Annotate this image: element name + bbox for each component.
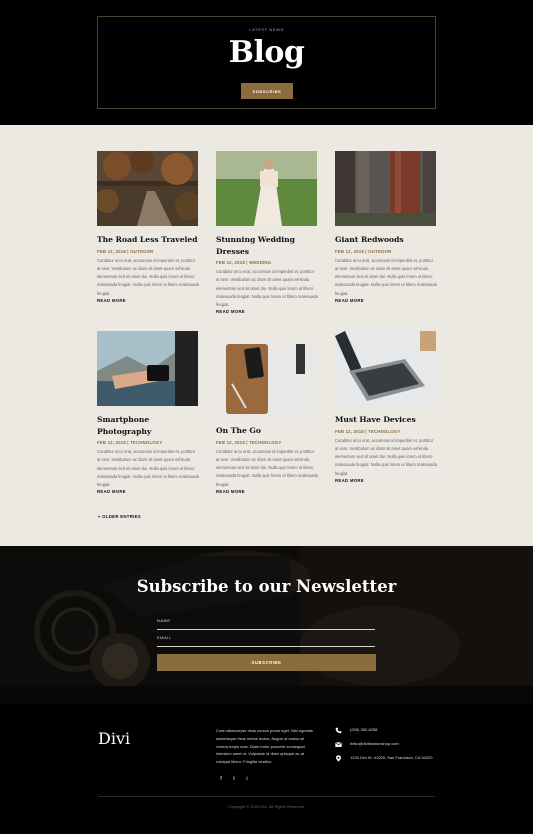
copyright: Copyright © 2020 Divi. All Rights Reserv… — [227, 804, 306, 809]
post-thumbnail-devices[interactable] — [335, 331, 436, 406]
mail-icon — [335, 742, 342, 747]
post-excerpt: Curabitur arcu erat, accumsan id imperdi… — [335, 257, 437, 296]
email-field[interactable]: EMAIL — [157, 633, 375, 647]
post-excerpt: Curabitur arcu erat, accumsan id imperdi… — [216, 269, 318, 308]
read-more-link[interactable]: READ MORE — [216, 489, 318, 494]
email-address[interactable]: hello@divifashionshop.com — [350, 741, 434, 747]
post-title[interactable]: Smartphone Photography — [97, 414, 199, 437]
social-links: f t i — [218, 776, 250, 782]
post-card: Must Have Devices FEB 12, 2018 | TECHNOL… — [335, 331, 437, 483]
hero-frame: LATEST NEWS Blog SUBSCRIBE — [97, 16, 436, 109]
read-more-link[interactable]: READ MORE — [216, 309, 318, 314]
post-meta: FEB 12, 2018 | TECHNOLOGY — [335, 428, 401, 434]
older-entries-link[interactable]: « OLDER ENTRIES — [98, 514, 141, 519]
post-title[interactable]: Stunning Wedding Dresses — [216, 234, 318, 257]
post-title[interactable]: Giant Redwoods — [335, 234, 437, 246]
phone-icon — [335, 727, 342, 734]
phone-number[interactable]: (255) 352-6258 — [350, 727, 434, 733]
read-more-link[interactable]: READ MORE — [97, 489, 199, 494]
post-thumbnail-road[interactable] — [97, 151, 198, 226]
post-meta: FEB 12, 2018 | TECHNOLOGY — [97, 440, 163, 445]
post-meta: FEB 12, 2018 | TECHNOLOGY — [216, 439, 282, 445]
location-pin-icon — [336, 755, 341, 762]
hero-section: LATEST NEWS Blog SUBSCRIBE — [0, 0, 533, 125]
instagram-icon[interactable]: i — [244, 776, 250, 782]
post-card: Giant Redwoods FEB 12, 2018 | OUTDOOR Cu… — [335, 151, 437, 303]
post-thumbnail-on-the-go[interactable] — [216, 342, 317, 417]
address: 1234 Divi St. #1000, San Francisco, CA 9… — [350, 755, 433, 760]
newsletter-title: Subscribe to our Newsletter — [136, 577, 397, 596]
post-meta: FEB 12, 2018 | WEDDING — [216, 260, 272, 265]
read-more-link[interactable]: READ MORE — [97, 298, 199, 303]
footer: Divi Cras ullamcorper risus cursus purus… — [0, 704, 533, 834]
post-card: The Road Less Traveled FEB 12, 2018 | OU… — [97, 151, 199, 303]
footer-logo[interactable]: Divi — [98, 729, 130, 748]
name-field[interactable]: NAME — [157, 616, 375, 630]
footer-description: Cras ullamcorper risus cursus purus eget… — [216, 728, 313, 765]
post-meta: FEB 12, 2018 | OUTDOOR — [335, 248, 392, 254]
post-excerpt: Curabitur arcu erat, accumsan id imperdi… — [97, 449, 199, 488]
post-excerpt: Curabitur arcu erat, accumsan id imperdi… — [97, 257, 199, 296]
post-excerpt: Curabitur arcu erat, accumsan id imperdi… — [216, 448, 318, 487]
read-more-link[interactable]: READ MORE — [335, 298, 437, 303]
newsletter-section: Subscribe to our Newsletter NAME EMAIL S… — [0, 546, 533, 704]
post-title[interactable]: The Road Less Traveled — [97, 234, 199, 246]
facebook-icon[interactable]: f — [218, 776, 224, 782]
post-title[interactable]: Must Have Devices — [335, 414, 437, 426]
hero-subscribe-button[interactable]: SUBSCRIBE — [241, 83, 293, 99]
post-thumbnail-wedding[interactable] — [216, 151, 317, 226]
name-placeholder: NAME — [157, 618, 171, 623]
post-thumbnail-redwoods[interactable] — [335, 151, 436, 226]
post-card: Stunning Wedding Dresses FEB 12, 2018 | … — [216, 151, 318, 314]
hero-kicker: LATEST NEWS — [249, 27, 284, 32]
read-more-link[interactable]: READ MORE — [335, 478, 437, 483]
post-card: On The Go FEB 12, 2018 | TECHNOLOGY Cura… — [216, 342, 318, 494]
blog-posts-section: The Road Less Traveled FEB 12, 2018 | OU… — [0, 125, 533, 546]
page-title: Blog — [228, 35, 305, 70]
footer-divider — [98, 796, 435, 797]
post-card: Smartphone Photography FEB 12, 2018 | TE… — [97, 331, 199, 494]
post-meta: FEB 12, 2018 | OUTDOOR — [97, 248, 154, 254]
email-placeholder: EMAIL — [157, 635, 172, 640]
post-title[interactable]: On The Go — [216, 425, 318, 437]
newsletter-subscribe-button[interactable]: SUBSCRIBE — [157, 654, 376, 671]
twitter-icon[interactable]: t — [231, 776, 237, 782]
post-thumbnail-smartphone[interactable] — [97, 331, 198, 406]
post-excerpt: Curabitur arcu erat, accumsan id imperdi… — [335, 437, 437, 476]
